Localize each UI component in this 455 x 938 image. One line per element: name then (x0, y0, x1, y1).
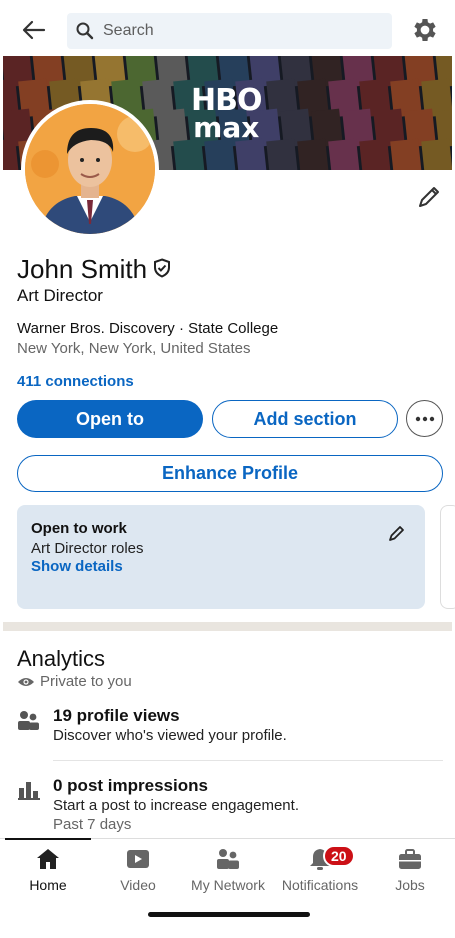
home-indicator (148, 912, 310, 917)
nav-video-label: Video (120, 877, 156, 893)
post-impressions-headline: 0 post impressions (53, 776, 208, 795)
profile-views-row[interactable]: 19 profile views Discover who's viewed y… (17, 706, 443, 752)
nav-network-label: My Network (191, 877, 265, 893)
section-divider (3, 622, 452, 631)
profile-headline: Art Director (17, 286, 103, 305)
nav-home[interactable]: Home (3, 847, 93, 893)
search-icon (76, 22, 94, 40)
profile-views-headline: 19 profile views (53, 706, 180, 725)
enhance-profile-button[interactable]: Enhance Profile (17, 455, 443, 492)
ellipsis-icon (415, 416, 434, 421)
home-icon (37, 849, 59, 869)
nav-video[interactable]: Video (93, 847, 183, 893)
briefcase-icon (399, 849, 421, 869)
profile-company: Warner Bros. Discovery · State College (17, 320, 279, 337)
post-impressions-sub: Start a post to increase engagement. (53, 797, 299, 814)
active-tab-indicator (5, 838, 91, 840)
bar-chart-icon (17, 778, 41, 807)
nav-my-network[interactable]: My Network (183, 847, 273, 893)
notification-count-badge: 20 (323, 845, 355, 867)
post-impressions-row[interactable]: 0 post impressions Start a post to incre… (17, 776, 443, 836)
more-options-button[interactable] (406, 400, 443, 437)
row-separator (53, 760, 443, 761)
network-icon (217, 849, 239, 869)
privacy-text: Private to you (40, 673, 132, 690)
nav-jobs[interactable]: Jobs (365, 847, 455, 893)
search-input[interactable] (103, 22, 363, 40)
post-impressions-period: Past 7 days (53, 816, 132, 833)
top-bar (0, 0, 455, 58)
hbo-max-logo: HBO max (191, 83, 262, 144)
edit-open-to-work-pencil-icon[interactable] (387, 523, 407, 548)
open-to-button[interactable]: Open to (17, 400, 203, 438)
open-to-work-card[interactable]: Open to work Art Director roles Show det… (17, 505, 425, 609)
verified-shield-icon[interactable] (153, 254, 171, 285)
profile-location: New York, New York, United States (17, 340, 251, 357)
open-to-work-title: Open to work (31, 520, 127, 537)
privacy-note: Private to you (17, 673, 132, 690)
nav-notifications[interactable]: Notifications 20 (275, 845, 365, 893)
next-card-peek[interactable] (440, 505, 455, 609)
add-section-button[interactable]: Add section (212, 400, 398, 438)
show-details-link[interactable]: Show details (31, 558, 123, 575)
nav-notifications-label: Notifications (281, 877, 359, 893)
profile-views-sub: Discover who's viewed your profile. (53, 727, 287, 744)
edit-profile-pencil-icon[interactable] (414, 182, 444, 212)
profile-name: John Smith (17, 254, 171, 285)
search-bar[interactable] (67, 13, 392, 49)
back-arrow-icon[interactable] (18, 14, 50, 46)
eye-icon (18, 677, 34, 686)
bottom-nav: Home Video My Network Notifications 20 J… (0, 838, 455, 898)
analytics-title: Analytics (17, 646, 106, 671)
avatar[interactable] (21, 100, 159, 238)
connections-link[interactable]: 411 connections (17, 373, 134, 390)
people-icon (17, 708, 41, 737)
name-text: John Smith (17, 254, 148, 284)
gear-icon[interactable] (410, 15, 440, 45)
open-to-work-roles: Art Director roles (31, 540, 144, 557)
video-icon (127, 850, 149, 868)
nav-jobs-label: Jobs (395, 877, 425, 893)
nav-home-label: Home (29, 877, 67, 893)
